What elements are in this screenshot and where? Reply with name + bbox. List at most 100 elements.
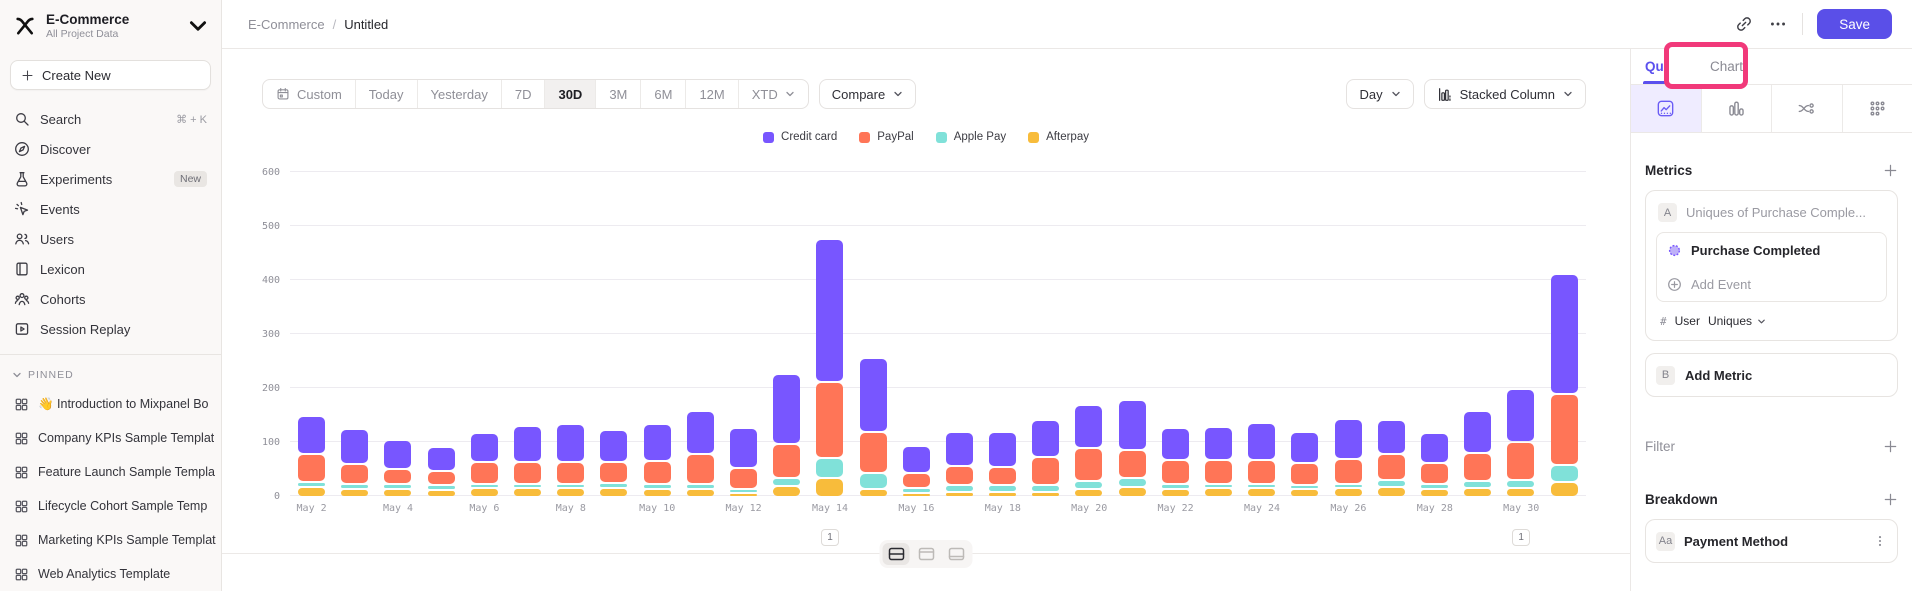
bar-segment-credit-card[interactable]	[1075, 406, 1102, 448]
save-button[interactable]: Save	[1817, 9, 1892, 39]
date-range-30d[interactable]: 30D	[544, 80, 595, 108]
bar-segment-paypal[interactable]	[1291, 464, 1318, 484]
share-link-icon[interactable]	[1734, 14, 1754, 34]
bar-segment-paypal[interactable]	[298, 455, 325, 481]
bar-segment-paypal[interactable]	[773, 445, 800, 477]
create-new-button[interactable]: Create New	[10, 60, 211, 90]
sidebar-item-cohorts[interactable]: Cohorts	[0, 284, 221, 314]
bar-segment-apple-pay[interactable]	[1032, 486, 1059, 491]
bar-may-22[interactable]	[1154, 172, 1197, 496]
bar-segment-credit-card[interactable]	[1032, 421, 1059, 455]
bar-segment-afterpay[interactable]	[1248, 489, 1275, 496]
bar-segment-paypal[interactable]	[341, 465, 368, 482]
bar-segment-credit-card[interactable]	[1119, 401, 1146, 449]
bar-segment-apple-pay[interactable]	[1378, 481, 1405, 487]
bar-may-28[interactable]	[1413, 172, 1456, 496]
bar-may-8[interactable]	[549, 172, 592, 496]
report-type-tab-insights[interactable]	[1631, 85, 1701, 132]
date-range-xtd[interactable]: XTD	[738, 80, 808, 108]
bar-segment-paypal[interactable]	[1464, 454, 1491, 480]
bar-segment-paypal[interactable]	[600, 463, 627, 482]
chart-type-dropdown[interactable]: Stacked Column	[1424, 79, 1586, 109]
bar-segment-credit-card[interactable]	[644, 425, 671, 460]
bar-may-31[interactable]	[1542, 172, 1585, 496]
sidebar-item-search[interactable]: Search⌘ + K	[0, 104, 221, 134]
bar-segment-afterpay[interactable]	[644, 490, 671, 496]
bar-segment-apple-pay[interactable]	[1421, 485, 1448, 488]
date-range-6m[interactable]: 6M	[640, 80, 685, 108]
bar-segment-credit-card[interactable]	[428, 448, 455, 470]
bar-segment-paypal[interactable]	[557, 463, 584, 483]
legend-item-paypal[interactable]: PayPal	[859, 131, 913, 143]
bar-segment-credit-card[interactable]	[946, 433, 973, 466]
bar-segment-paypal[interactable]	[1507, 443, 1534, 478]
bar-segment-paypal[interactable]	[860, 433, 887, 473]
pinned-item[interactable]: Company KPIs Sample Templat	[0, 421, 221, 455]
bar-may-26[interactable]	[1327, 172, 1370, 496]
bar-segment-apple-pay[interactable]	[1507, 481, 1534, 487]
breadcrumb-project[interactable]: E-Commerce	[248, 17, 325, 32]
bar-segment-apple-pay[interactable]	[428, 486, 455, 489]
bar-segment-paypal[interactable]	[730, 469, 757, 488]
pinned-item[interactable]: Marketing KPIs Sample Templat	[0, 523, 221, 557]
bar-may-24[interactable]	[1240, 172, 1283, 496]
bar-segment-credit-card[interactable]	[773, 375, 800, 443]
compare-button[interactable]: Compare	[819, 79, 916, 109]
bar-segment-paypal[interactable]	[644, 462, 671, 482]
bar-segment-credit-card[interactable]	[730, 429, 757, 467]
pinned-item[interactable]: Web Analytics Template	[0, 557, 221, 591]
sidebar-item-discover[interactable]: Discover	[0, 134, 221, 164]
pinned-item[interactable]: Lifecycle Cohort Sample Temp	[0, 489, 221, 523]
bar-segment-credit-card[interactable]	[1162, 429, 1189, 459]
bar-segment-afterpay[interactable]	[946, 493, 973, 496]
bar-segment-credit-card[interactable]	[384, 441, 411, 468]
breakdown-row[interactable]: Aa Payment Method	[1646, 520, 1897, 562]
pinned-item[interactable]: Feature Launch Sample Templa	[0, 455, 221, 489]
date-range-3m[interactable]: 3M	[595, 80, 640, 108]
breakdown-options-icon[interactable]	[1873, 534, 1887, 548]
bar-segment-paypal[interactable]	[1248, 461, 1275, 483]
bar-segment-apple-pay[interactable]	[903, 489, 930, 491]
bar-segment-paypal[interactable]	[1032, 458, 1059, 484]
date-range-custom[interactable]: Custom	[263, 80, 355, 108]
bar-segment-apple-pay[interactable]	[1119, 479, 1146, 486]
bar-segment-apple-pay[interactable]	[860, 474, 887, 488]
bar-segment-credit-card[interactable]	[687, 412, 714, 454]
bar-may-12[interactable]	[722, 172, 765, 496]
annotation-badge[interactable]: 1	[1512, 529, 1530, 546]
bar-segment-paypal[interactable]	[384, 470, 411, 483]
bar-segment-afterpay[interactable]	[1205, 489, 1232, 496]
bar-segment-paypal[interactable]	[471, 463, 498, 483]
bar-segment-afterpay[interactable]	[860, 490, 887, 496]
bar-segment-paypal[interactable]	[989, 468, 1016, 484]
breadcrumb-report-title[interactable]: Untitled	[344, 17, 388, 32]
sidebar-item-events[interactable]: Events	[0, 194, 221, 224]
bar-segment-apple-pay[interactable]	[1291, 486, 1318, 488]
bar-segment-apple-pay[interactable]	[730, 490, 757, 492]
bar-segment-credit-card[interactable]	[1464, 412, 1491, 453]
bar-segment-apple-pay[interactable]	[773, 479, 800, 485]
bar-may-4[interactable]	[376, 172, 419, 496]
bar-segment-afterpay[interactable]	[1075, 490, 1102, 496]
bar-segment-credit-card[interactable]	[298, 417, 325, 453]
bar-segment-afterpay[interactable]	[903, 494, 930, 496]
bar-segment-apple-pay[interactable]	[1464, 482, 1491, 487]
bar-segment-apple-pay[interactable]	[687, 485, 714, 488]
bar-may-20[interactable]	[1067, 172, 1110, 496]
bar-segment-afterpay[interactable]	[428, 491, 455, 496]
bar-segment-afterpay[interactable]	[816, 479, 843, 496]
bar-segment-credit-card[interactable]	[816, 240, 843, 381]
date-range-today[interactable]: Today	[355, 80, 417, 108]
bar-segment-apple-pay[interactable]	[1162, 485, 1189, 488]
date-range-7d[interactable]: 7D	[501, 80, 545, 108]
bar-may-29[interactable]	[1456, 172, 1499, 496]
bar-segment-credit-card[interactable]	[1421, 434, 1448, 462]
annotation-badge[interactable]: 1	[821, 529, 839, 546]
bar-segment-afterpay[interactable]	[1464, 489, 1491, 496]
bar-segment-apple-pay[interactable]	[600, 484, 627, 487]
sidebar-item-users[interactable]: Users	[0, 224, 221, 254]
bar-may-16[interactable]	[895, 172, 938, 496]
bar-segment-credit-card[interactable]	[1335, 420, 1362, 458]
report-type-tab-bars[interactable]	[1701, 85, 1772, 132]
bar-segment-credit-card[interactable]	[471, 434, 498, 461]
